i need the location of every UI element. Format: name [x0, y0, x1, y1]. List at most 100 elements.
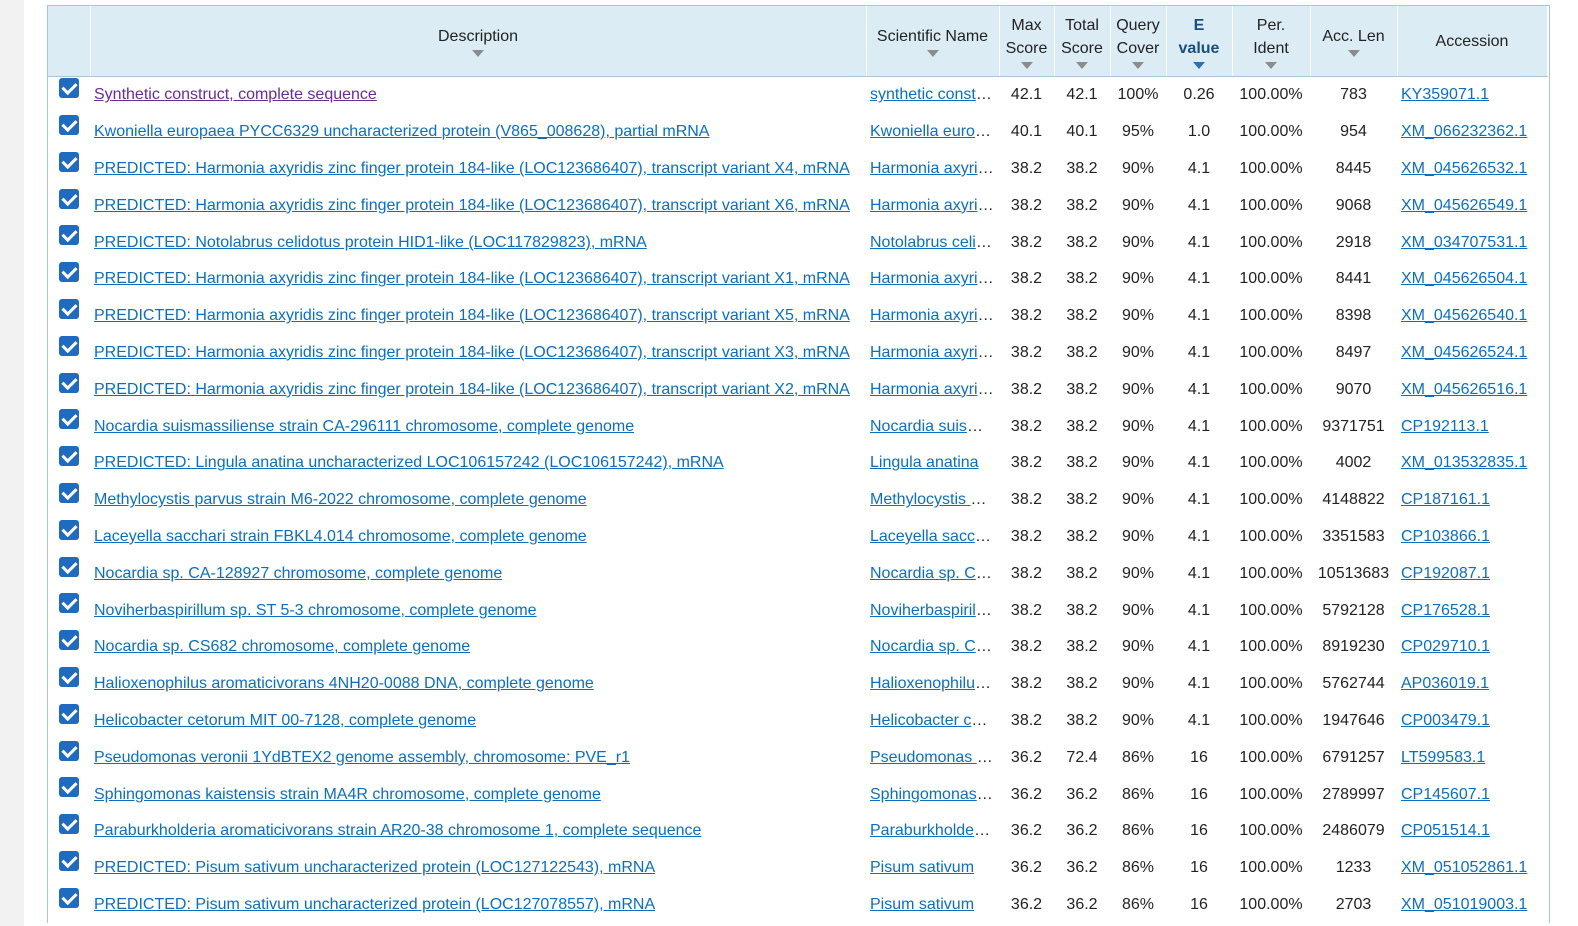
select-cell[interactable] [48, 187, 90, 224]
select-cell[interactable] [48, 887, 90, 924]
sort-caret-icon[interactable] [1132, 61, 1144, 69]
checked-checkbox-icon[interactable] [59, 262, 79, 283]
checked-checkbox-icon[interactable] [59, 188, 79, 209]
scientific-name-link[interactable]: Harmonia axyridis [870, 160, 998, 177]
description-link[interactable]: PREDICTED: Pisum sativum uncharacterized… [94, 896, 655, 913]
col-header-acc-len[interactable]: Acc. Len [1310, 6, 1398, 77]
sort-caret-active-icon[interactable] [1193, 61, 1205, 69]
checked-checkbox-icon[interactable] [59, 630, 79, 651]
scientific-name-link[interactable]: Methylocystis parvus [870, 491, 999, 508]
select-cell[interactable] [48, 519, 90, 556]
description-link[interactable]: Paraburkholderia aromaticivorans strain … [94, 822, 701, 839]
checked-checkbox-icon[interactable] [59, 372, 79, 393]
accession-link[interactable]: LT599583.1 [1401, 749, 1485, 766]
description-link[interactable]: PREDICTED: Harmonia axyridis zinc finger… [94, 344, 850, 361]
select-cell[interactable] [48, 629, 90, 666]
checked-checkbox-icon[interactable] [59, 446, 79, 467]
description-link[interactable]: PREDICTED: Harmonia axyridis zinc finger… [94, 307, 850, 324]
col-header-max-score[interactable]: Max Score [999, 6, 1055, 77]
accession-link[interactable]: CP003479.1 [1401, 712, 1490, 729]
checked-checkbox-icon[interactable] [59, 887, 79, 908]
col-header-total-score[interactable]: Total Score [1054, 6, 1111, 77]
col-header-e-value[interactable]: E value [1166, 6, 1233, 77]
description-link[interactable]: Pseudomonas veronii 1YdBTEX2 genome asse… [94, 749, 630, 766]
scientific-name-link[interactable]: Kwoniella europaea [870, 123, 999, 140]
description-link[interactable]: Kwoniella europaea PYCC6329 uncharacteri… [94, 123, 709, 140]
description-link[interactable]: Noviherbaspirillum sp. ST 5-3 chromosome… [94, 602, 537, 619]
accession-link[interactable]: CP192113.1 [1401, 418, 1489, 435]
sort-caret-icon[interactable] [1020, 61, 1033, 69]
description-link[interactable]: Synthetic construct, complete sequence [94, 86, 377, 103]
checked-checkbox-icon[interactable] [59, 777, 79, 798]
description-link[interactable]: Methylocystis parvus strain M6-2022 chro… [94, 491, 587, 508]
accession-link[interactable]: XM_045626532.1 [1401, 160, 1527, 177]
select-cell[interactable] [48, 408, 90, 445]
select-cell[interactable] [48, 703, 90, 740]
accession-link[interactable]: CP029710.1 [1401, 638, 1490, 655]
checked-checkbox-icon[interactable] [59, 850, 79, 871]
select-cell[interactable] [48, 776, 90, 813]
scientific-name-link[interactable]: Harmonia axyridis [870, 381, 998, 398]
select-cell[interactable] [48, 813, 90, 850]
checked-checkbox-icon[interactable] [59, 814, 79, 835]
select-cell[interactable] [48, 739, 90, 776]
accession-link[interactable]: XM_051052861.1 [1401, 859, 1527, 876]
select-cell[interactable] [48, 77, 90, 114]
accession-link[interactable]: AP036019.1 [1401, 675, 1489, 692]
checked-checkbox-icon[interactable] [59, 740, 79, 761]
sort-caret-icon[interactable] [472, 50, 484, 57]
select-cell[interactable] [48, 850, 90, 887]
description-link[interactable]: PREDICTED: Notolabrus celidotus protein … [94, 234, 647, 251]
col-header-query-cover[interactable]: Query Cover [1110, 6, 1167, 77]
scientific-name-link[interactable]: Pisum sativum [870, 859, 974, 876]
sort-caret-icon[interactable] [1347, 50, 1360, 57]
accession-link[interactable]: CP145607.1 [1401, 786, 1490, 803]
checked-checkbox-icon[interactable] [59, 482, 79, 503]
checked-checkbox-icon[interactable] [59, 703, 79, 724]
scientific-name-link[interactable]: Nocardia sp. CA-128927 [870, 565, 999, 582]
sort-caret-icon[interactable] [1265, 61, 1277, 69]
select-cell[interactable] [48, 114, 90, 151]
accession-link[interactable]: XM_034707531.1 [1401, 234, 1527, 251]
accession-link[interactable]: CP051514.1 [1401, 822, 1490, 839]
scientific-name-link[interactable]: Laceyella sacchari [870, 528, 999, 545]
checked-checkbox-icon[interactable] [59, 335, 79, 356]
description-link[interactable]: Halioxenophilus aromaticivorans 4NH20-00… [94, 675, 594, 692]
checked-checkbox-icon[interactable] [59, 151, 79, 172]
accession-link[interactable]: XM_045626516.1 [1401, 381, 1527, 398]
accession-link[interactable]: CP176528.1 [1401, 602, 1490, 619]
scientific-name-link[interactable]: Sphingomonas kaistensis [870, 786, 999, 803]
select-cell[interactable] [48, 592, 90, 629]
checked-checkbox-icon[interactable] [59, 298, 79, 319]
description-link[interactable]: Nocardia sp. CA-128927 chromosome, compl… [94, 565, 502, 582]
description-link[interactable]: PREDICTED: Lingula anatina uncharacteriz… [94, 454, 724, 471]
select-cell[interactable] [48, 298, 90, 335]
checked-checkbox-icon[interactable] [59, 409, 79, 430]
description-link[interactable]: Sphingomonas kaistensis strain MA4R chro… [94, 786, 601, 803]
accession-link[interactable]: KY359071.1 [1401, 86, 1489, 103]
accession-link[interactable]: XM_051019003.1 [1401, 896, 1527, 913]
select-cell[interactable] [48, 261, 90, 298]
select-cell[interactable] [48, 335, 90, 372]
description-link[interactable]: PREDICTED: Harmonia axyridis zinc finger… [94, 270, 850, 287]
select-all-header[interactable] [48, 6, 91, 77]
description-link[interactable]: PREDICTED: Harmonia axyridis zinc finger… [94, 381, 850, 398]
select-cell[interactable] [48, 224, 90, 261]
scientific-name-link[interactable]: Noviherbaspirillum sp. ST 5-3 [870, 602, 999, 619]
accession-link[interactable]: XM_045626540.1 [1401, 307, 1527, 324]
description-link[interactable]: Nocardia sp. CS682 chromosome, complete … [94, 638, 470, 655]
checked-checkbox-icon[interactable] [59, 78, 79, 99]
scientific-name-link[interactable]: synthetic construct [870, 86, 999, 103]
select-cell[interactable] [48, 666, 90, 703]
select-cell[interactable] [48, 151, 90, 188]
scientific-name-link[interactable]: Pseudomonas veronii [870, 749, 999, 766]
checked-checkbox-icon[interactable] [59, 666, 79, 687]
scientific-name-link[interactable]: Notolabrus celidotus [870, 234, 999, 251]
checked-checkbox-icon[interactable] [59, 556, 79, 577]
accession-link[interactable]: CP187161.1 [1401, 491, 1490, 508]
scientific-name-link[interactable]: Pisum sativum [870, 896, 974, 913]
checked-checkbox-icon[interactable] [59, 114, 79, 135]
description-link[interactable]: Helicobacter cetorum MIT 00-7128, comple… [94, 712, 476, 729]
accession-link[interactable]: XM_045626504.1 [1401, 270, 1527, 287]
select-cell[interactable] [48, 482, 90, 519]
